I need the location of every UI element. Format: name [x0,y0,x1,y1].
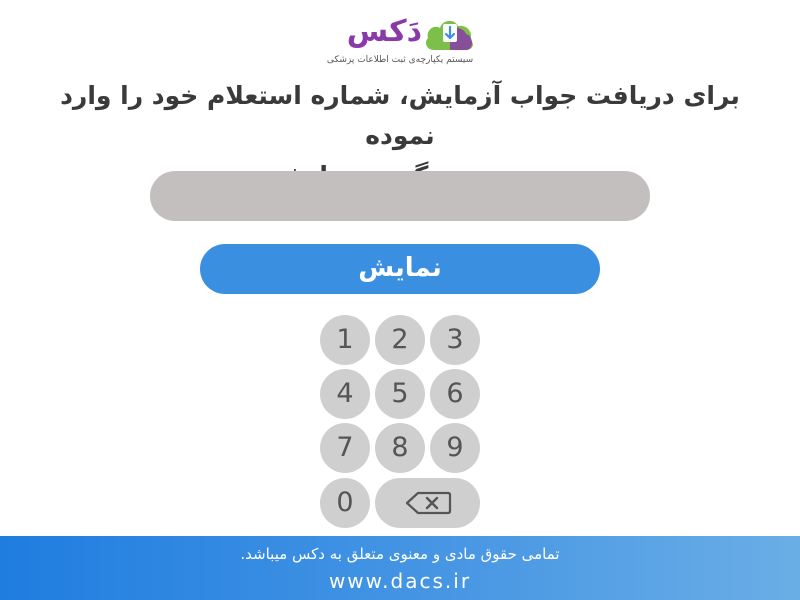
footer-copyright: تمامی حقوق مادی و معنوی متعلق به دکس میب… [240,545,560,563]
cloud-document-icon [426,20,473,50]
instruction-line-1: برای دریافت جواب آزمایش، شماره استعلام خ… [60,81,740,150]
key-0[interactable]: 0 [320,478,370,528]
key-4[interactable]: 4 [320,369,370,419]
logo-wordmark: دَکس [346,14,422,49]
footer: تمامی حقوق مادی و معنوی متعلق به دکس میب… [0,536,800,600]
key-5[interactable]: 5 [375,369,425,419]
logo-tagline: سیستم یکپارچه‌ی ثبت اطلاعات پزشکی [326,55,474,65]
inquiry-number-input[interactable] [150,171,650,221]
key-7[interactable]: 7 [320,423,370,473]
key-9[interactable]: 9 [430,423,480,473]
key-3[interactable]: 3 [430,315,480,365]
footer-website-link[interactable]: www.dacs.ir [0,568,800,594]
key-6[interactable]: 6 [430,369,480,419]
backspace-button[interactable] [375,478,480,528]
backspace-icon [405,491,452,515]
key-8[interactable]: 8 [375,423,425,473]
key-1[interactable]: 1 [320,315,370,365]
key-2[interactable]: 2 [375,315,425,365]
show-button[interactable]: نمایش [200,244,600,294]
logo: دَکس سیستم یکپارچه‌ی ثبت اطلاعات پزشکی [320,12,480,68]
page: دَکس سیستم یکپارچه‌ی ثبت اطلاعات پزشکی ب… [0,0,800,600]
